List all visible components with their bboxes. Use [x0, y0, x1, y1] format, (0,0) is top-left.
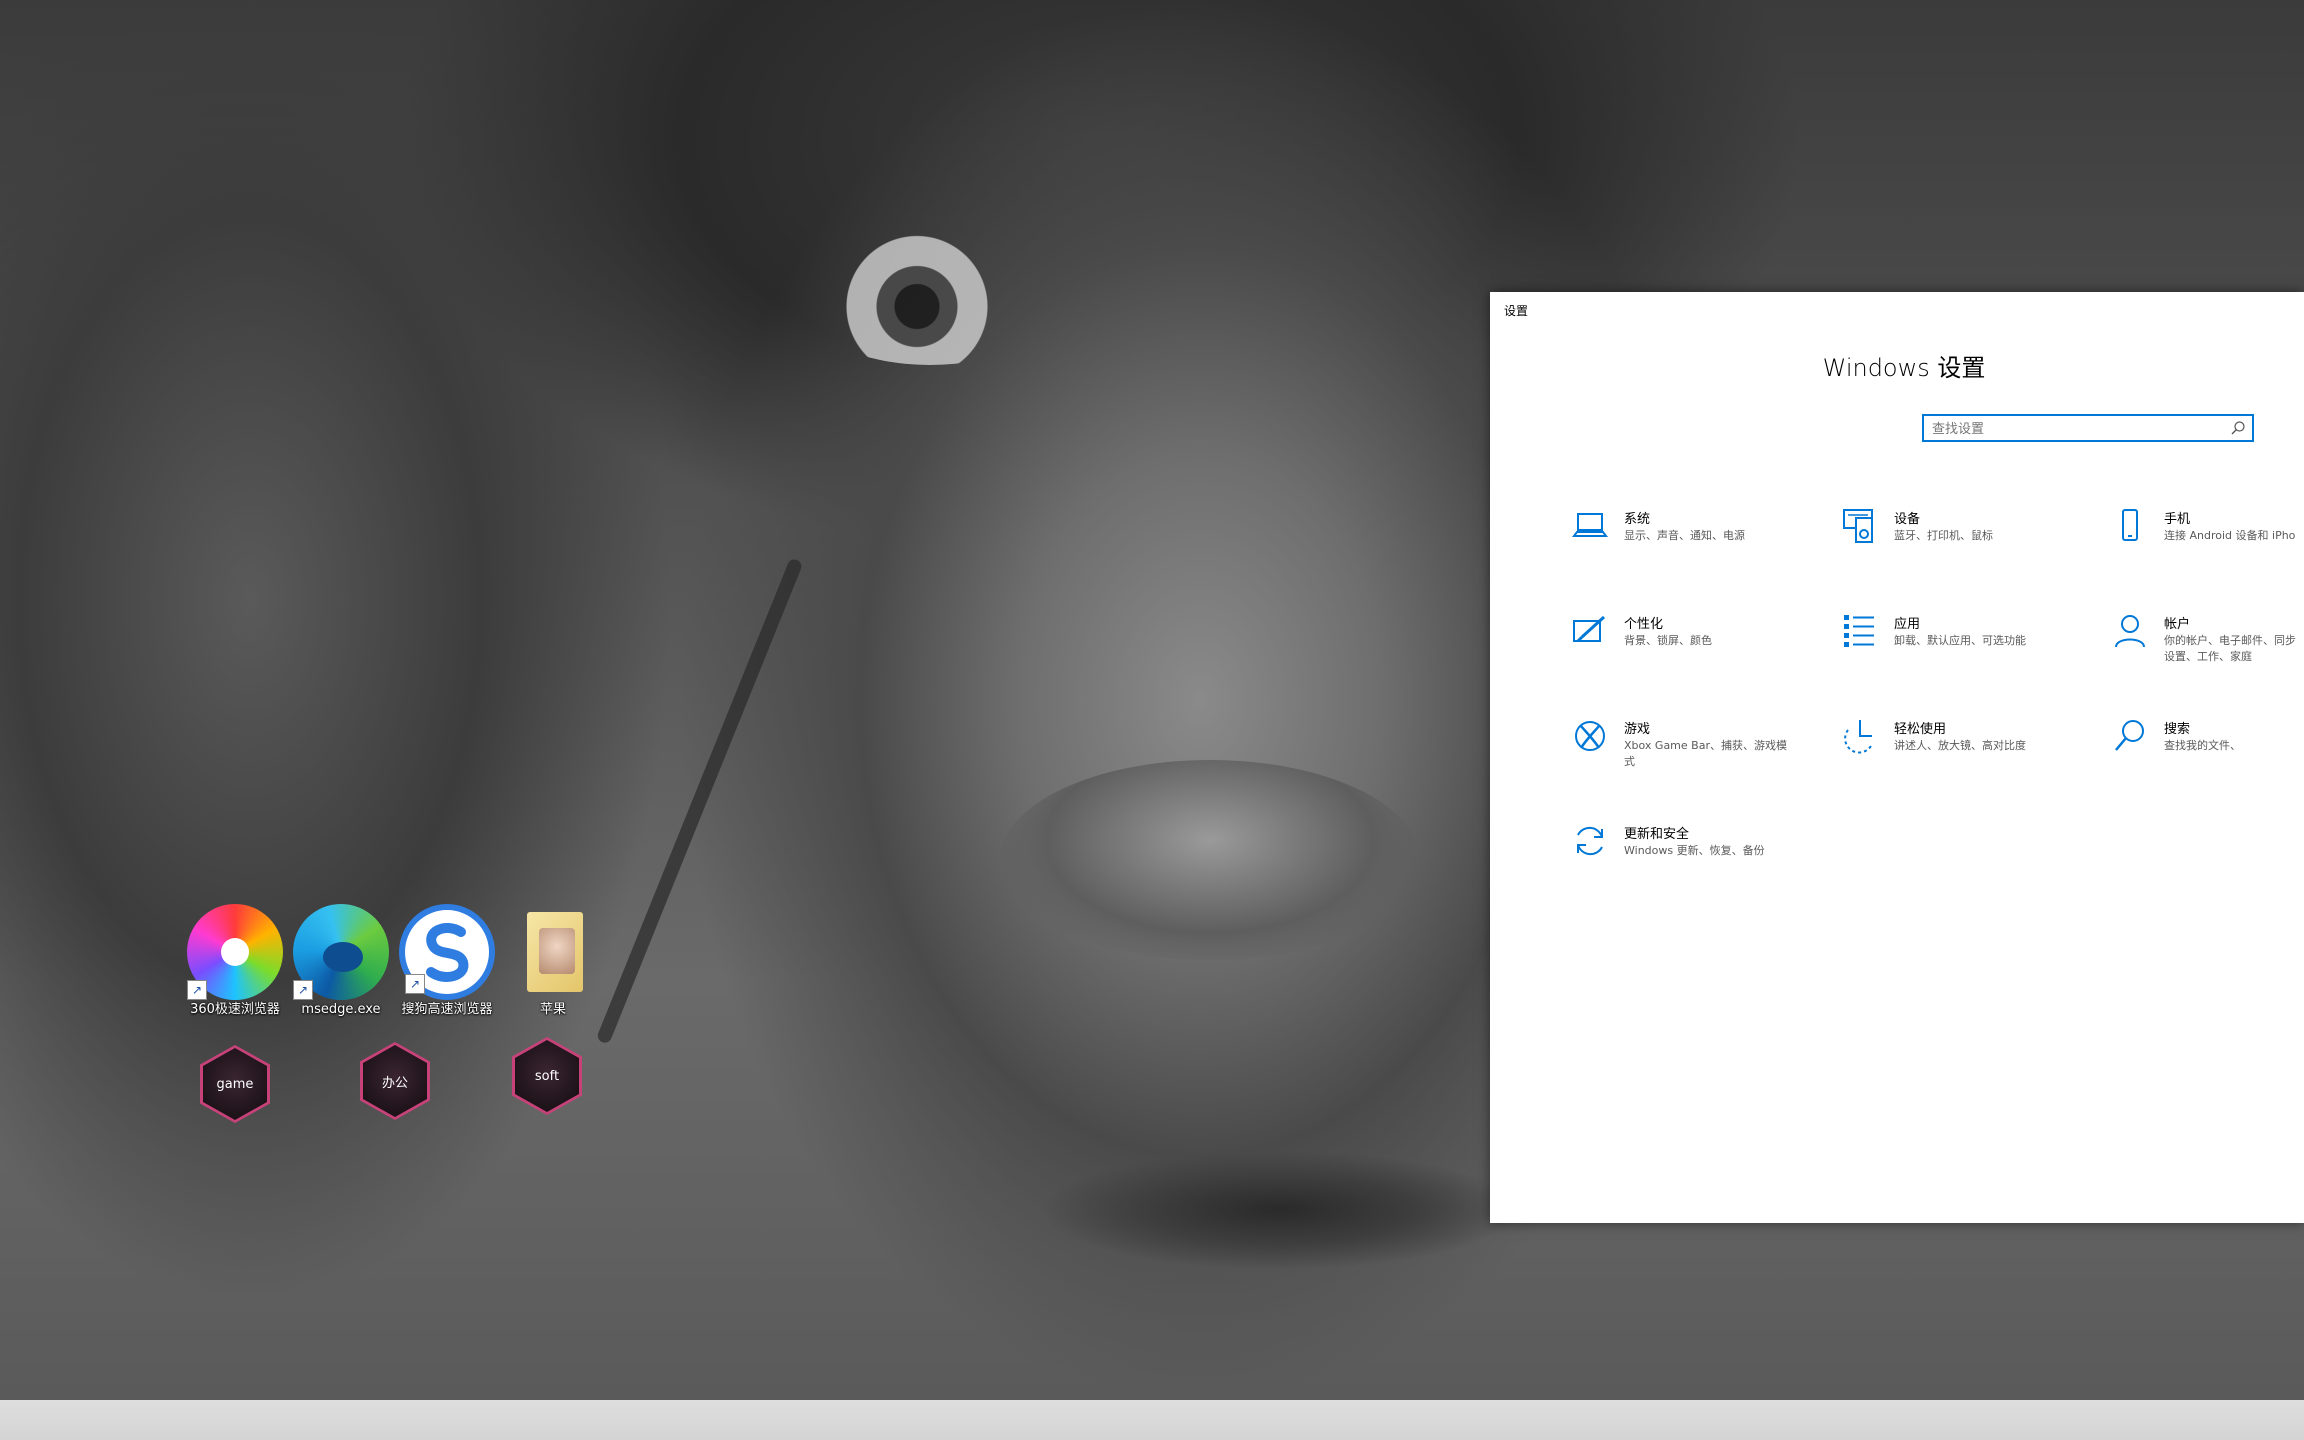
tile-title: 应用: [1894, 617, 1921, 632]
desktop-icon-apple-folder[interactable]: 苹果: [498, 904, 608, 1018]
tile-gaming[interactable]: 游戏 Xbox Game Bar、捕获、游戏模式: [1570, 716, 1820, 786]
devices-icon: [1843, 509, 1873, 543]
tile-title: 设备: [1894, 512, 1921, 527]
tile-description: Xbox Game Bar、捕获、游戏模式: [1624, 739, 1787, 768]
xbox-icon: [1575, 721, 1605, 751]
search-box[interactable]: [1922, 414, 2254, 442]
tile-title: 帐户: [2164, 617, 2191, 632]
tile-title: 轻松使用: [1894, 722, 1947, 737]
wallpaper-mouth: [1040, 1150, 1520, 1270]
360-browser-icon: ↗: [187, 904, 283, 1000]
wallpaper-eye: [800, 235, 1060, 365]
tile-title: 游戏: [1624, 722, 1651, 737]
folder-icon: [505, 904, 601, 1000]
tile-description: 查找我的文件、: [2164, 739, 2241, 752]
tile-phone[interactable]: 手机 连接 Android 设备和 iPho: [2110, 506, 2304, 576]
desktop-icon-360-browser[interactable]: ↗ 360极速浏览器: [180, 904, 290, 1018]
tile-search[interactable]: 搜索 查找我的文件、: [2110, 716, 2304, 786]
tile-title: 系统: [1624, 512, 1651, 527]
tile-description: 连接 Android 设备和 iPho: [2164, 529, 2296, 542]
shortcut-arrow-icon: ↗: [405, 974, 425, 994]
shortcut-arrow-icon: ↗: [293, 980, 313, 1000]
taskbar: [0, 1400, 2304, 1440]
edge-icon: ↗: [293, 904, 389, 1000]
wallpaper-nose: [1000, 760, 1420, 960]
tile-description: 讲述人、放大镜、高对比度: [1894, 739, 2026, 752]
search-input[interactable]: [1930, 416, 2224, 442]
tile-description: 背景、锁屏、颜色: [1624, 634, 1712, 647]
laptop-icon: [1572, 513, 1608, 537]
update-icon: [1577, 826, 1603, 856]
account-icon: [2115, 615, 2145, 648]
tile-system[interactable]: 系统 显示、声音、通知、电源: [1570, 506, 1820, 576]
desktop-icon-sogou-browser[interactable]: ↗ 搜狗高速浏览器: [392, 904, 502, 1018]
settings-window: 设置 Windows 设置 系统 显示、声音、通知、电源 设备 蓝牙、打印机、鼠…: [1490, 292, 2304, 1223]
sogou-browser-icon: ↗: [399, 904, 495, 1000]
personalization-icon: [1573, 615, 1606, 643]
desktop-icon-label: msedge.exe: [301, 1002, 381, 1017]
page-title: Windows 设置: [1822, 354, 1986, 382]
search-icon: [2115, 720, 2144, 751]
wallpaper-scar: [595, 557, 804, 1045]
tile-title: 个性化: [1624, 617, 1664, 632]
tile-description: 你的帐户、电子邮件、同步设置、工作、家庭: [2164, 634, 2296, 663]
phone-icon: [2122, 509, 2138, 541]
window-title: 设置: [1504, 304, 1529, 318]
search-icon[interactable]: [2230, 420, 2246, 436]
ease-of-access-icon: [1844, 720, 1873, 754]
fence-label: 办公: [363, 1045, 427, 1117]
shortcut-arrow-icon: ↗: [187, 980, 207, 1000]
tile-description: 蓝牙、打印机、鼠标: [1894, 529, 1993, 542]
desktop-icon-msedge[interactable]: ↗ msedge.exe: [286, 904, 396, 1018]
fence-label: game: [203, 1048, 267, 1120]
tile-title: 搜索: [2164, 722, 2191, 737]
tile-update-security[interactable]: 更新和安全 Windows 更新、恢复、备份: [1570, 821, 1820, 891]
desktop-icon-label: 360极速浏览器: [190, 1002, 280, 1017]
tile-accounts[interactable]: 帐户 你的帐户、电子邮件、同步设置、工作、家庭: [2110, 611, 2304, 681]
desktop-icon-label: 搜狗高速浏览器: [401, 1002, 493, 1017]
tile-description: Windows 更新、恢复、备份: [1624, 844, 1765, 857]
tile-personalization[interactable]: 个性化 背景、锁屏、颜色: [1570, 611, 1820, 681]
apps-icon: [1844, 615, 1874, 647]
tile-title: 手机: [2164, 512, 2191, 527]
tile-description: 显示、声音、通知、电源: [1624, 529, 1745, 542]
tile-description: 卸载、默认应用、可选功能: [1894, 634, 2026, 647]
tile-devices[interactable]: 设备 蓝牙、打印机、鼠标: [1840, 506, 2090, 576]
tile-apps[interactable]: 应用 卸载、默认应用、可选功能: [1840, 611, 2090, 681]
desktop-icon-label: 苹果: [539, 1002, 566, 1017]
fence-label: soft: [515, 1040, 579, 1112]
tile-ease-of-access[interactable]: 轻松使用 讲述人、放大镜、高对比度: [1840, 716, 2090, 786]
tile-title: 更新和安全: [1624, 827, 1690, 842]
